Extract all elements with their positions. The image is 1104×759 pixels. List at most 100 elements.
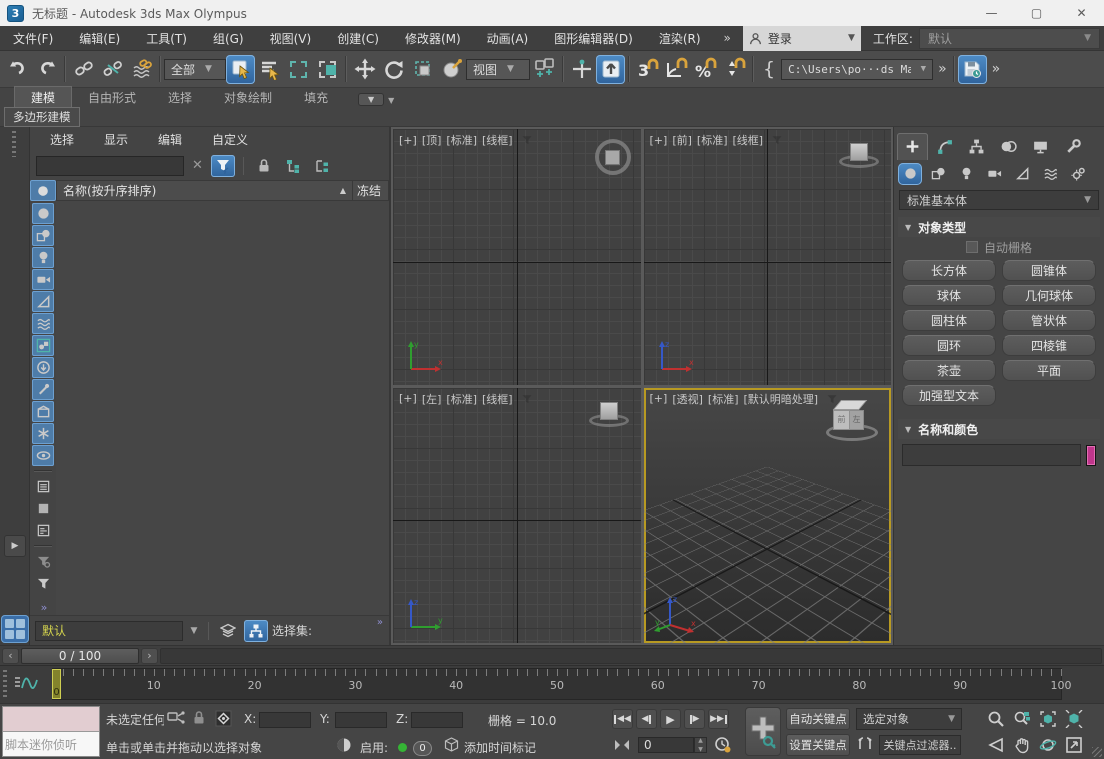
ribbon-tab[interactable]: 对象绘制 xyxy=(208,87,288,108)
create-key-button[interactable] xyxy=(745,707,781,756)
viewport-top[interactable]: [+][顶][标准][线框] xy xyxy=(393,129,641,385)
trackbar-ruler[interactable]: 0 102030405060708090100 xyxy=(52,668,1062,700)
redo-button[interactable] xyxy=(32,55,61,84)
menu-item[interactable]: 渲染(R) xyxy=(646,26,714,50)
autogrid-checkbox[interactable] xyxy=(966,241,978,253)
object-type-button[interactable]: 四棱锥 xyxy=(1002,335,1096,356)
spinner-snap-toggle[interactable] xyxy=(720,55,749,84)
angle-snap-toggle[interactable] xyxy=(662,55,691,84)
rollout-object-type[interactable]: ▼对象类型⠿ xyxy=(898,217,1100,237)
ribbon-tab[interactable]: 选择 xyxy=(152,87,208,108)
object-type-button[interactable]: 圆柱体 xyxy=(902,310,996,331)
previous-frame-playback-button[interactable]: ◀ xyxy=(636,709,657,729)
maximize-viewport-icon[interactable] xyxy=(1062,733,1086,757)
category-lights-icon[interactable] xyxy=(954,163,978,185)
viewport-front[interactable]: [+][前][标准][线框] xz xyxy=(644,129,892,385)
hierarchy-expand-button[interactable] xyxy=(281,155,305,177)
category-helpers-icon[interactable] xyxy=(1010,163,1034,185)
menu-item[interactable]: 创建(C) xyxy=(324,26,392,50)
autosave-button[interactable] xyxy=(958,55,987,84)
filter-spacewarps-icon[interactable] xyxy=(32,313,54,334)
sort-ascending-icon[interactable]: ▲ xyxy=(340,186,346,195)
motion-tab-icon[interactable] xyxy=(993,133,1024,160)
viewport-label-segment[interactable]: [线框] xyxy=(482,132,513,148)
selection-filter-select[interactable]: 全部▼ xyxy=(164,59,226,80)
time-tag-cube-icon[interactable] xyxy=(444,737,459,752)
ribbon-minimize-icon[interactable]: ▼ xyxy=(358,93,384,106)
viewport-label-segment[interactable]: [线框] xyxy=(482,391,513,407)
object-type-button[interactable]: 圆环 xyxy=(902,335,996,356)
filter-geometry-icon[interactable] xyxy=(32,203,54,224)
viewcube-left-face[interactable]: 左 xyxy=(850,410,864,430)
window-crossing-toggle[interactable] xyxy=(313,55,342,84)
absolute-mode-toggle[interactable] xyxy=(215,710,232,727)
viewport-label-segment[interactable]: [+] xyxy=(399,392,417,405)
display-tab-icon[interactable] xyxy=(1025,133,1056,160)
menu-overflow-icon[interactable]: » xyxy=(714,31,739,45)
pan-icon[interactable] xyxy=(1010,733,1034,757)
viewcube-top[interactable] xyxy=(595,139,631,175)
time-slider-track[interactable] xyxy=(160,648,1102,664)
select-and-place-button[interactable] xyxy=(437,55,466,84)
category-shapes-icon[interactable] xyxy=(926,163,950,185)
viewcube-left[interactable] xyxy=(587,398,631,432)
column-header-frozen[interactable]: 冻结 xyxy=(353,180,389,201)
clear-search-icon[interactable]: ✕ xyxy=(189,158,206,173)
filter-helpers-icon[interactable] xyxy=(32,291,54,312)
viewport-perspective[interactable]: [+][透视][标准][默认明暗处理] 前左 zxy xyxy=(644,388,892,644)
category-geometry-icon[interactable] xyxy=(898,163,922,185)
menu-item[interactable]: 组(G) xyxy=(200,26,257,50)
layers-button[interactable] xyxy=(216,620,240,642)
menu-item[interactable]: 文件(F) xyxy=(0,26,66,50)
filter-xrefs-icon[interactable] xyxy=(32,357,54,378)
play-button[interactable]: ▶ xyxy=(660,709,681,729)
display-note-icon[interactable] xyxy=(32,520,54,541)
time-slider-handle[interactable]: 0 / 100 xyxy=(21,648,139,664)
filter-particles-icon[interactable] xyxy=(32,423,54,444)
reference-coordinate-select[interactable]: 视图▼ xyxy=(466,59,530,80)
ribbon-panel-poly-modeling[interactable]: 多边形建模 xyxy=(4,107,80,127)
go-to-end-button[interactable]: ▶▶ xyxy=(708,709,729,729)
menu-item[interactable]: 修改器(M) xyxy=(392,26,474,50)
y-coordinate-field[interactable] xyxy=(335,712,387,728)
advanced-filter-icon[interactable] xyxy=(32,551,54,572)
add-time-tag[interactable]: 添加时间标记 xyxy=(464,739,536,756)
key-mode-select[interactable]: 选定对象▼ xyxy=(856,708,962,730)
unlink-selection-icon[interactable] xyxy=(98,55,127,84)
display-blank-icon[interactable] xyxy=(32,498,54,519)
modify-tab-icon[interactable] xyxy=(929,133,960,160)
select-and-rotate-button[interactable] xyxy=(379,55,408,84)
zoom-all-icon[interactable] xyxy=(1010,707,1034,731)
hierarchy-view-button[interactable] xyxy=(244,620,268,642)
object-category-select[interactable]: 标准基本体▼ xyxy=(899,190,1099,210)
select-and-link-icon[interactable] xyxy=(69,55,98,84)
auto-key-button[interactable]: 自动关键点 xyxy=(786,708,850,730)
zoom-extents-icon[interactable] xyxy=(1036,707,1060,731)
object-color-swatch[interactable] xyxy=(1086,445,1096,466)
undo-button[interactable] xyxy=(3,55,32,84)
column-header-name[interactable]: 名称(按升序排序)▲ xyxy=(56,180,353,201)
footer-overflow-icon[interactable]: » xyxy=(377,617,381,628)
viewport-label-segment[interactable]: [标准] xyxy=(446,391,477,407)
z-coordinate-field[interactable] xyxy=(411,712,463,728)
menu-item[interactable]: 编辑(E) xyxy=(66,26,133,50)
viewport-label-segment[interactable]: [+] xyxy=(650,392,668,405)
isolate-selection-icon[interactable] xyxy=(167,710,185,726)
viewcube-front-face[interactable]: 前 xyxy=(833,410,850,430)
maximize-button[interactable]: ▢ xyxy=(1014,0,1059,26)
time-marker[interactable]: 0 xyxy=(52,669,61,699)
viewport-label-segment[interactable]: [+] xyxy=(399,134,417,147)
menu-item[interactable]: 动画(A) xyxy=(474,26,542,50)
viewport-filter-icon[interactable] xyxy=(521,134,533,146)
menu-item[interactable]: 工具(T) xyxy=(133,26,200,50)
viewport-label-segment[interactable]: [左] xyxy=(422,391,442,407)
object-type-button[interactable]: 几何球体 xyxy=(1002,285,1096,306)
expand-panel-button[interactable]: ▶ xyxy=(4,535,26,557)
macro-recorder-pane[interactable] xyxy=(3,707,99,732)
explorer-menu-item[interactable]: 选择 xyxy=(50,131,74,148)
trackbar-drag-handle[interactable] xyxy=(3,670,7,700)
rectangular-selection-region-button[interactable] xyxy=(284,55,313,84)
viewport-label-segment[interactable]: [+] xyxy=(650,134,668,147)
viewport-left[interactable]: [+][左][标准][线框] yz xyxy=(393,388,641,644)
field-of-view-icon[interactable] xyxy=(984,733,1008,757)
